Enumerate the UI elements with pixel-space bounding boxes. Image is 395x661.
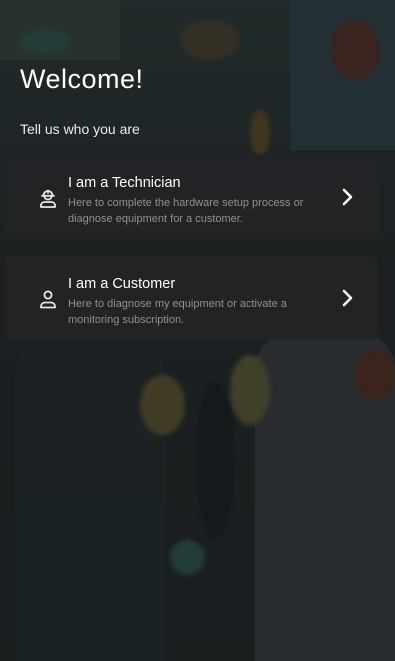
technician-option-card[interactable]: I am a Technician Here to complete the h… [4, 155, 378, 239]
chevron-right-icon [340, 188, 356, 206]
technician-icon [37, 187, 59, 209]
technician-option-title: I am a Technician [68, 175, 181, 191]
page-title: Welcome! [20, 64, 144, 94]
person-icon [37, 288, 59, 310]
page-subtitle: Tell us who you are [20, 121, 140, 137]
welcome-screen: Welcome! Tell us who you are I am a Tech… [0, 0, 395, 661]
customer-option-description: Here to diagnose my equipment or activat… [68, 298, 287, 326]
content: Welcome! Tell us who you are I am a Tech… [0, 0, 395, 661]
technician-option-description: Here to complete the hardware setup proc… [68, 197, 304, 225]
chevron-right-icon [340, 289, 356, 307]
customer-option-card[interactable]: I am a Customer Here to diagnose my equi… [4, 256, 378, 340]
customer-option-title: I am a Customer [68, 276, 176, 292]
